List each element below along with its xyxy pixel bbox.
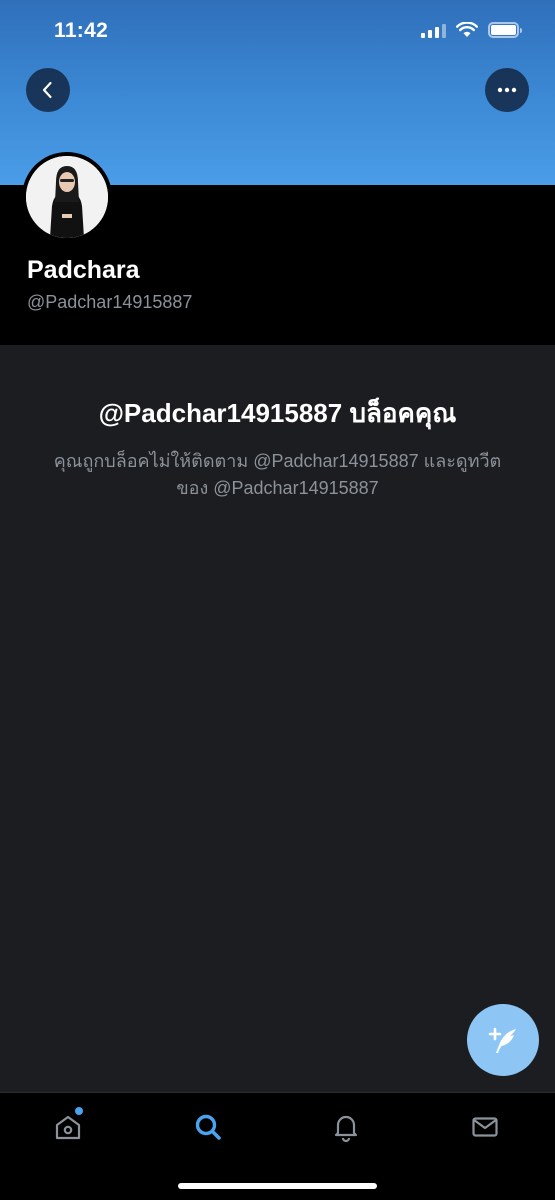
tab-messages[interactable]	[465, 1107, 505, 1147]
compose-tweet-icon	[488, 1027, 516, 1053]
blocked-title: @Padchar14915887 บล็อคคุณ	[98, 398, 457, 428]
avatar-image	[26, 156, 108, 238]
tab-search[interactable]	[188, 1107, 228, 1147]
back-button[interactable]	[26, 68, 70, 112]
mail-icon	[472, 1117, 498, 1137]
tab-home[interactable]	[48, 1107, 88, 1147]
status-bar: 11:42	[0, 0, 555, 62]
tab-notifications[interactable]	[326, 1107, 366, 1147]
battery-icon	[488, 22, 522, 38]
cellular-signal-icon	[421, 22, 446, 38]
ellipsis-icon	[497, 87, 517, 93]
bell-icon	[334, 1115, 358, 1142]
search-icon	[195, 1114, 221, 1140]
status-icons	[421, 22, 522, 38]
wifi-icon	[456, 22, 478, 37]
compose-tweet-button[interactable]	[467, 1004, 539, 1076]
chevron-left-icon	[42, 81, 52, 99]
status-time: 11:42	[54, 19, 109, 42]
home-icon	[55, 1115, 81, 1140]
battery-fill	[491, 25, 516, 35]
avatar[interactable]	[22, 152, 112, 242]
profile-handle: @Padchar14915887	[27, 292, 193, 312]
more-options-button[interactable]	[485, 68, 529, 112]
blocked-description: คุณถูกบล็อคไม่ให้ติดตาม @Padchar14915887…	[53, 451, 502, 498]
profile-display-name: Padchara	[27, 256, 140, 284]
home-indicator	[178, 1183, 377, 1189]
home-notification-dot	[75, 1107, 83, 1115]
